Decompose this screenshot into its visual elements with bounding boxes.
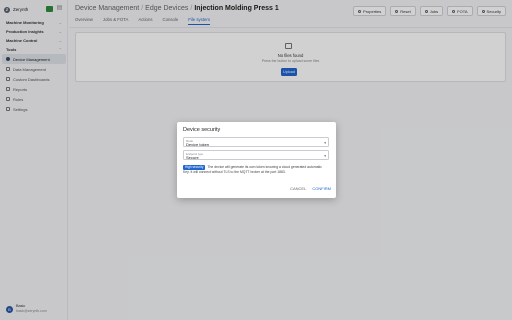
cancel-button[interactable]: CANCEL <box>290 186 306 191</box>
dialog-title: Device security <box>183 127 221 133</box>
device-security-dialog: Device security Mode Device token ▾ Endp… <box>177 122 336 198</box>
mode-value: Device token <box>186 142 210 147</box>
dialog-actions: CANCEL CONFIRM <box>290 186 331 191</box>
dropdown-caret-icon: ▾ <box>324 141 326 145</box>
endpoint-type-value: Secure <box>186 155 199 160</box>
confirm-button[interactable]: CONFIRM <box>312 186 331 191</box>
mode-select[interactable]: Mode Device token ▾ <box>183 137 329 147</box>
dropdown-caret-icon: ▾ <box>324 154 326 158</box>
endpoint-type-select[interactable]: Endpoint type Secure ▾ <box>183 150 329 160</box>
security-info: High security The device will generate it… <box>183 165 329 174</box>
